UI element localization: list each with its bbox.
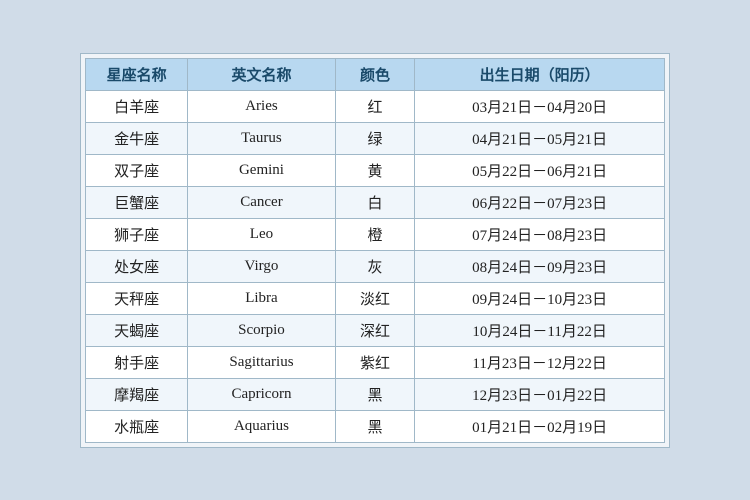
table-row: 金牛座Taurus绿04月21日－05月21日 — [86, 122, 665, 154]
cell-color: 紫红 — [335, 346, 414, 378]
cell-en-name: Taurus — [188, 122, 336, 154]
cell-color: 灰 — [335, 250, 414, 282]
table-row: 射手座Sagittarius紫红11月23日－12月22日 — [86, 346, 665, 378]
table-row: 天蝎座Scorpio深红10月24日－11月22日 — [86, 314, 665, 346]
cell-zh-name: 金牛座 — [86, 122, 188, 154]
cell-zh-name: 天秤座 — [86, 282, 188, 314]
cell-color: 白 — [335, 186, 414, 218]
table-row: 摩羯座Capricorn黑12月23日－01月22日 — [86, 378, 665, 410]
cell-en-name: Aquarius — [188, 410, 336, 442]
cell-zh-name: 处女座 — [86, 250, 188, 282]
cell-date: 06月22日－07月23日 — [415, 186, 665, 218]
cell-en-name: Sagittarius — [188, 346, 336, 378]
cell-en-name: Gemini — [188, 154, 336, 186]
cell-date: 08月24日－09月23日 — [415, 250, 665, 282]
cell-zh-name: 摩羯座 — [86, 378, 188, 410]
cell-color: 淡红 — [335, 282, 414, 314]
cell-color: 橙 — [335, 218, 414, 250]
table-row: 双子座Gemini黄05月22日－06月21日 — [86, 154, 665, 186]
cell-en-name: Libra — [188, 282, 336, 314]
cell-zh-name: 巨蟹座 — [86, 186, 188, 218]
table-row: 狮子座Leo橙07月24日－08月23日 — [86, 218, 665, 250]
header-zh-name: 星座名称 — [86, 58, 188, 90]
cell-date: 07月24日－08月23日 — [415, 218, 665, 250]
table-row: 处女座Virgo灰08月24日－09月23日 — [86, 250, 665, 282]
zodiac-table: 星座名称 英文名称 颜色 出生日期（阳历） 白羊座Aries红03月21日－04… — [85, 58, 665, 443]
cell-color: 黑 — [335, 378, 414, 410]
cell-en-name: Cancer — [188, 186, 336, 218]
cell-color: 红 — [335, 90, 414, 122]
cell-zh-name: 水瓶座 — [86, 410, 188, 442]
header-en-name: 英文名称 — [188, 58, 336, 90]
header-color: 颜色 — [335, 58, 414, 90]
cell-date: 04月21日－05月21日 — [415, 122, 665, 154]
table-row: 水瓶座Aquarius黑01月21日－02月19日 — [86, 410, 665, 442]
cell-date: 12月23日－01月22日 — [415, 378, 665, 410]
cell-date: 11月23日－12月22日 — [415, 346, 665, 378]
cell-date: 09月24日－10月23日 — [415, 282, 665, 314]
cell-zh-name: 射手座 — [86, 346, 188, 378]
cell-zh-name: 白羊座 — [86, 90, 188, 122]
table-row: 巨蟹座Cancer白06月22日－07月23日 — [86, 186, 665, 218]
cell-en-name: Scorpio — [188, 314, 336, 346]
cell-en-name: Leo — [188, 218, 336, 250]
header-date: 出生日期（阳历） — [415, 58, 665, 90]
cell-color: 绿 — [335, 122, 414, 154]
cell-zh-name: 天蝎座 — [86, 314, 188, 346]
cell-zh-name: 双子座 — [86, 154, 188, 186]
cell-color: 黄 — [335, 154, 414, 186]
cell-date: 10月24日－11月22日 — [415, 314, 665, 346]
table-row: 天秤座Libra淡红09月24日－10月23日 — [86, 282, 665, 314]
cell-en-name: Aries — [188, 90, 336, 122]
cell-color: 深红 — [335, 314, 414, 346]
zodiac-table-container: 星座名称 英文名称 颜色 出生日期（阳历） 白羊座Aries红03月21日－04… — [80, 53, 670, 448]
cell-date: 01月21日－02月19日 — [415, 410, 665, 442]
table-header-row: 星座名称 英文名称 颜色 出生日期（阳历） — [86, 58, 665, 90]
cell-date: 05月22日－06月21日 — [415, 154, 665, 186]
cell-color: 黑 — [335, 410, 414, 442]
cell-date: 03月21日－04月20日 — [415, 90, 665, 122]
cell-zh-name: 狮子座 — [86, 218, 188, 250]
cell-en-name: Capricorn — [188, 378, 336, 410]
cell-en-name: Virgo — [188, 250, 336, 282]
table-row: 白羊座Aries红03月21日－04月20日 — [86, 90, 665, 122]
